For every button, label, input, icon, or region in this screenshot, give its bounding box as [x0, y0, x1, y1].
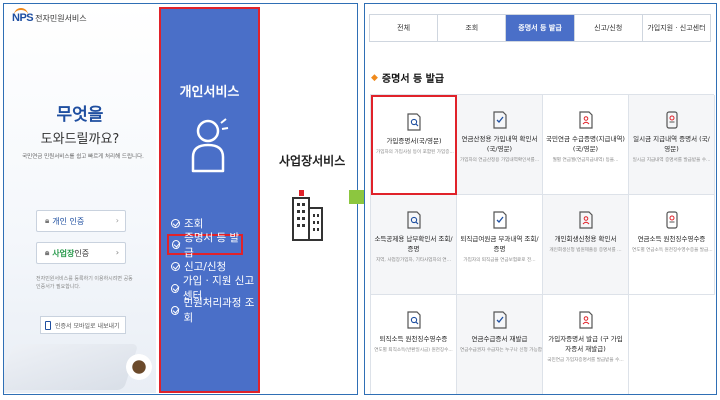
certificate-card[interactable]: 개인회생신청용 확인서개인회생신청 법원제출용 증명서를 ... — [543, 195, 629, 295]
personal-service-title: 개인서비스 — [179, 85, 240, 100]
document-check-icon — [492, 311, 507, 329]
certificate-card-desc: 개인회생신청 법원제출용 증명서를 ... — [549, 248, 622, 253]
certificate-card[interactable]: 퇴직소득 원천징수영수증연도별 퇴직소득(반환일시금) 원천징수... — [371, 295, 457, 394]
personal-service-panel[interactable]: 개인서비스 조회 증명서 등 발급 신고/신청 가입 · 지원 신고센터 민원처… — [159, 7, 260, 393]
nps-home-panel: NPS 전자민원서비스 무엇을 도와드릴까요? 국민연금 민원서비스를 쉽고 빠… — [3, 3, 358, 395]
business-cert-button[interactable]: 🔒︎ 사업장 인증 › — [36, 242, 126, 264]
logo-text: 전자민원서비스 — [35, 13, 87, 23]
business-cert-label-rest: 인증 — [74, 248, 90, 258]
logo-arc-icon — [14, 8, 28, 15]
certificate-card[interactable]: 국민연금 수급증명(지급내역) (국/영문) 월별 연금월(연금지급내역) 등을.… — [543, 95, 629, 195]
chevron-right-icon: › — [115, 216, 119, 225]
menu-item-label: 증명서 등 발급 — [184, 231, 240, 259]
certificate-card[interactable]: 일시금 지급내역 증명서 (국/영문) 일시금 지급내역 증명서를 발급받을 수.… — [629, 95, 715, 195]
certificate-card-desc: 월별 연금월(연금지급내역) 등을... — [552, 158, 619, 163]
nps-logo[interactable]: NPS 전자민원서비스 — [12, 8, 87, 24]
certificate-card[interactable]: 퇴직급여원금 부과내역 조회/증명가입자의 퇴직금을 연금보험료로 전... — [457, 195, 543, 295]
export-cert-mobile-label: 인증서 모바일로 내보내기 — [55, 322, 120, 330]
certificate-card-title: 가입자증명서 발급 (구 가입자증서 재발급) — [548, 335, 623, 353]
certificate-card-title: 연금소득 원천징수영수증 — [637, 235, 706, 243]
business-service-title[interactable]: 사업장서비스 — [279, 152, 345, 169]
document-search-icon — [406, 211, 421, 229]
hero-description: 국민연금 민원서비스를 쉽고 빠르게 처리해 드립니다. — [22, 154, 144, 160]
menu-item-label: 민원처리과정 조회 — [183, 297, 255, 324]
menu-item-label: 신고/신청 — [184, 260, 227, 273]
individual-cert-button[interactable]: 🔒︎ 개인 인증 › — [36, 210, 126, 232]
individual-cert-label: 개인 인증 — [52, 216, 85, 226]
certificate-card-desc: 연도별 퇴직소득(반환일시금) 원천징수... — [374, 348, 453, 353]
certificate-card-title: 국민연금 수급증명(지급내역) (국/영문) — [546, 135, 625, 153]
hero-title: 무엇을 — [56, 105, 104, 125]
certificate-card-desc: 가입자의 연금산정용 가입내역확인서를... — [460, 158, 540, 163]
home-intro: NPS 전자민원서비스 무엇을 도와드릴까요? 국민연금 민원서비스를 쉽고 빠… — [4, 4, 156, 393]
menu-item-process-inquiry[interactable]: 민원처리과정 조회 — [171, 297, 258, 324]
certificate-card[interactable]: 연금산정용 가입내역 확인서 (국/영문) 가입자의 연금산정용 가입내역확인서를… — [457, 95, 543, 195]
certificate-grid: 가입증명서(국/영문) 가입자의 가입사실 등이 포함된 가입증... 연금산정용 … — [370, 94, 715, 394]
certificate-card-title: 연금수급증서 재발급 — [471, 335, 528, 343]
tab-0[interactable]: 전체 — [370, 15, 439, 41]
certificate-card-desc: 지역, 사업장가입자, 기타사업자의 연... — [375, 258, 452, 263]
certificate-card-desc: 연금수급권자 수급자는 누구나 신청 가능합... — [460, 348, 542, 353]
check-circle-icon — [171, 261, 180, 271]
building-icon[interactable] — [291, 190, 325, 242]
tab-2[interactable]: 증명서 등 발급 — [506, 15, 575, 41]
tab-1[interactable]: 조회 — [438, 15, 507, 41]
certificate-card-desc: 가입자의 퇴직금을 연금보험료로 전... — [463, 258, 536, 263]
document-person-icon — [578, 311, 593, 329]
certificate-card[interactable]: 가입증명서(국/영문) 가입자의 가입사실 등이 포함된 가입증... — [371, 95, 457, 195]
check-circle-icon — [172, 240, 181, 249]
tab-4[interactable]: 가입지원 · 신고센터 — [642, 15, 711, 41]
lock-icon: 🔒︎ — [45, 248, 50, 257]
menu-item-label: 조회 — [184, 217, 204, 230]
certificate-card-title: 소득공제용 납부확인서 조회/증명 — [374, 235, 453, 253]
coffee-cup-illustration — [126, 354, 152, 380]
chevron-right-icon: › — [115, 248, 119, 257]
composite-screenshot: NPS 전자민원서비스 무엇을 도와드릴까요? 국민연금 민원서비스를 쉽고 빠… — [0, 0, 720, 400]
section-title-text: 증명서 등 발급 — [381, 74, 445, 85]
document-person-icon — [578, 111, 593, 129]
certificate-card-desc: 연도별 연금소득 원천징수영수증을 발급... — [632, 248, 713, 253]
diamond-icon: ◆ — [371, 72, 378, 83]
category-tabs: 전체 조회 증명서 등 발급 신고/신청 가입지원 · 신고센터 — [369, 14, 711, 42]
check-circle-icon — [171, 283, 179, 293]
document-check-icon — [492, 211, 507, 229]
business-cert-label-strong: 사업장 — [52, 248, 75, 258]
menu-item-certificate-issue[interactable]: 증명서 등 발급 — [167, 232, 243, 259]
cert-note: 전자민원서비스를 등록하기 이용하시려면 공동인증서가 필요합니다. — [36, 276, 133, 290]
certificate-card-desc: 국민연금 가입자증명서를 발급받을 수... — [547, 358, 624, 363]
certificate-card-title: 퇴직급여원금 부과내역 조회/증명 — [460, 235, 539, 253]
phone-doc-icon — [665, 211, 678, 229]
certificate-issue-panel: 전체 조회 증명서 등 발급 신고/신청 가입지원 · 신고센터 ◆ 증명서 등 발급 … — [364, 3, 717, 395]
certificate-card-title: 연금산정용 가입내역 확인서 (국/영문) — [461, 135, 538, 153]
document-search-icon — [407, 113, 421, 131]
export-cert-mobile-button[interactable]: 인증서 모바일로 내보내기 — [40, 316, 126, 334]
person-icon — [191, 118, 229, 173]
tab-3[interactable]: 신고/신청 — [574, 15, 643, 41]
certificate-card[interactable]: 소득공제용 납부확인서 조회/증명지역, 사업장가입자, 기타사업자의 연... — [371, 195, 457, 295]
check-circle-icon — [171, 305, 180, 315]
section-title: ◆ 증명서 등 발급 — [371, 70, 445, 86]
check-circle-icon — [171, 218, 180, 228]
certificate-card[interactable]: 연금소득 원천징수영수증연도별 연금소득 원천징수영수증을 발급... — [629, 195, 715, 295]
certificate-card[interactable]: 가입자증명서 발급 (구 가입자증서 재발급) 국민연금 가입자증명서를 발급받을… — [543, 295, 629, 394]
phone-doc-icon — [665, 111, 678, 129]
certificate-card-title: 가입증명서(국/영문) — [386, 137, 442, 145]
certificate-card-title: 개인회생신청용 확인서 — [554, 235, 617, 243]
document-check-icon — [492, 111, 507, 129]
certificate-card-desc: 가입자의 가입사실 등이 포함된 가입증... — [376, 150, 454, 155]
mobile-icon — [45, 321, 51, 330]
certificate-card-title: 일시금 지급내역 증명서 (국/영문) — [633, 135, 710, 153]
personal-service-menu: 조회 증명서 등 발급 신고/신청 가입 · 지원 신고센터 민원처리과정 조회 — [167, 212, 258, 324]
document-person-icon — [578, 211, 593, 229]
certificate-card[interactable]: 연금수급증서 재발급연금수급권자 수급자는 누구나 신청 가능합... — [457, 295, 543, 394]
hero-subtitle: 도와드릴까요? — [40, 132, 120, 147]
certificate-card-title: 퇴직소득 원천징수영수증 — [379, 335, 448, 343]
document-search-icon — [406, 311, 421, 329]
certificate-card-desc: 일시금 지급내역 증명서를 발급받을 수... — [632, 158, 711, 163]
lock-icon: 🔒︎ — [45, 216, 50, 225]
keyboard-illustration — [4, 344, 139, 390]
